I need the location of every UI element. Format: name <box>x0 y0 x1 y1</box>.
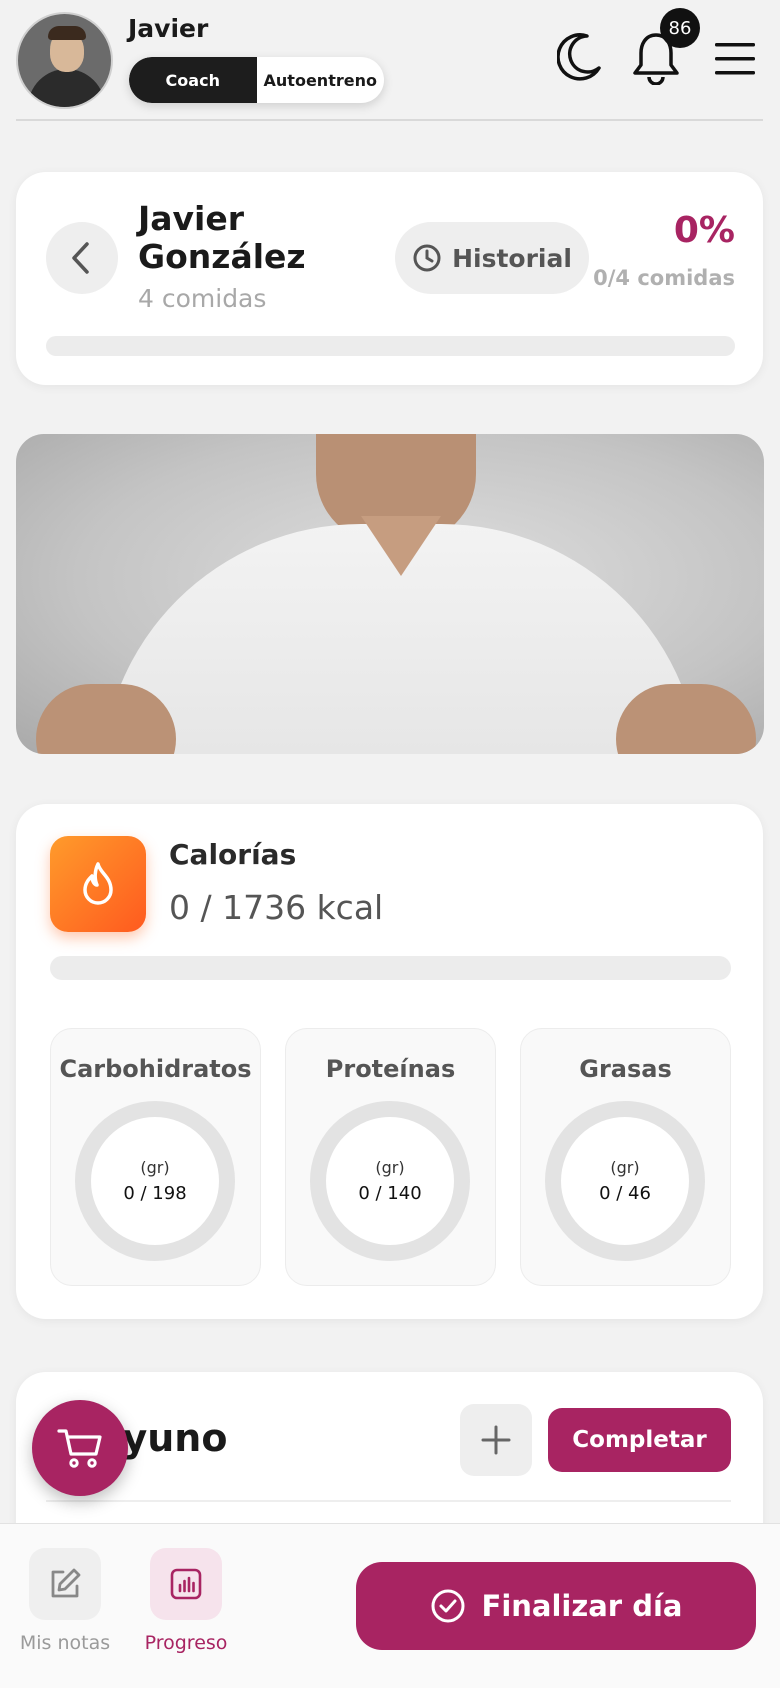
meals-count: 4 comidas <box>138 284 267 313</box>
client-photo <box>16 434 764 754</box>
chevron-left-icon <box>72 242 89 274</box>
macro-title: Carbohidratos <box>59 1055 252 1083</box>
back-button[interactable] <box>46 222 118 294</box>
header-divider <box>16 119 763 121</box>
nav-label: Progreso <box>144 1632 228 1654</box>
macro-ring: (gr) 0 / 140 <box>310 1101 470 1261</box>
macro-unit: (gr) <box>375 1158 405 1177</box>
mode-autoentreno-option[interactable]: Autoentreno <box>257 57 385 103</box>
chart-icon[interactable] <box>150 1548 222 1620</box>
macro-ring: (gr) 0 / 198 <box>75 1101 235 1261</box>
macro-value: 0 / 198 <box>123 1183 187 1204</box>
macro-fat-box: Grasas (gr) 0 / 46 <box>520 1028 731 1286</box>
calories-title: Calorías <box>169 838 297 871</box>
finish-day-label: Finalizar día <box>481 1589 683 1623</box>
macro-title: Grasas <box>579 1055 672 1083</box>
plus-icon <box>481 1425 511 1455</box>
history-label: Historial <box>452 243 572 273</box>
cart-button[interactable] <box>32 1400 128 1496</box>
calories-progress-bar <box>50 956 731 980</box>
completion-count: 0/4 comidas <box>593 266 735 290</box>
macro-value: 0 / 140 <box>358 1183 422 1204</box>
edit-icon[interactable] <box>29 1548 101 1620</box>
nav-mis-notas[interactable]: Mis notas <box>10 1548 120 1654</box>
meal-divider <box>46 1500 731 1502</box>
user-name: Javier <box>128 14 209 43</box>
mode-coach-option[interactable]: Coach <box>129 57 257 103</box>
macro-unit: (gr) <box>140 1158 170 1177</box>
cart-icon <box>57 1429 102 1468</box>
calories-value: 0 / 1736 kcal <box>169 888 384 927</box>
user-avatar[interactable] <box>16 12 113 109</box>
moon-icon[interactable] <box>555 30 605 84</box>
notification-badge: 86 <box>660 8 700 48</box>
clock-icon <box>413 244 441 272</box>
meals-progress-bar <box>46 336 735 356</box>
mode-toggle[interactable]: Coach Autoentreno <box>129 57 384 103</box>
macro-ring: (gr) 0 / 46 <box>545 1101 705 1261</box>
completion-percent: 0% <box>673 210 735 251</box>
flame-icon <box>50 836 146 932</box>
macro-carbs-box: Carbohidratos (gr) 0 / 198 <box>50 1028 261 1286</box>
macro-title: Proteínas <box>325 1055 456 1083</box>
nav-label: Mis notas <box>19 1632 111 1654</box>
finish-day-button[interactable]: Finalizar día <box>356 1562 756 1650</box>
client-name: Javier González <box>138 199 306 276</box>
complete-meal-button[interactable]: Completar <box>548 1408 731 1472</box>
bottom-navigation: Mis notas Progreso Finalizar día <box>0 1523 780 1688</box>
macro-unit: (gr) <box>610 1158 640 1177</box>
macro-value: 0 / 46 <box>599 1183 651 1204</box>
check-circle-icon <box>431 1589 465 1623</box>
menu-icon[interactable] <box>712 38 758 80</box>
macro-protein-box: Proteínas (gr) 0 / 140 <box>285 1028 496 1286</box>
add-food-button[interactable] <box>460 1404 532 1476</box>
nav-progreso[interactable]: Progreso <box>131 1548 241 1654</box>
